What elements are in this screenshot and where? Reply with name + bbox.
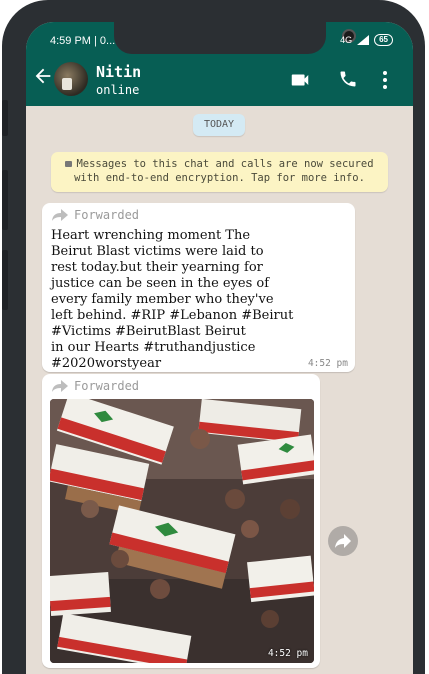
message-text: Heart wrenching moment The Beirut Blast … <box>51 228 294 371</box>
forwarded-label: Forwarded <box>52 208 139 222</box>
network-label: 4G <box>340 35 353 45</box>
avatar[interactable] <box>54 62 88 96</box>
encryption-notice[interactable]: Messages to this chat and calls are now … <box>51 152 388 192</box>
camera-notch <box>114 22 356 54</box>
forwarded-text: Forwarded <box>74 379 140 393</box>
screen: 4:59 PM | 0... 4G 65 Nitin online TODAY … <box>26 22 413 674</box>
forward-arrow-icon <box>52 380 68 392</box>
coffin <box>247 555 314 603</box>
message-bubble[interactable]: Forwarded Heart wrenching moment The Bei… <box>42 203 355 372</box>
date-chip: TODAY <box>193 114 245 136</box>
arrow-left-icon[interactable] <box>32 65 54 87</box>
contact-name[interactable]: Nitin <box>96 63 141 81</box>
encryption-notice-text: Messages to this chat and calls are now … <box>74 158 374 184</box>
share-forward-icon <box>335 534 351 548</box>
share-button[interactable] <box>328 526 358 556</box>
forwarded-text: Forwarded <box>74 208 140 222</box>
chat-area[interactable]: TODAY Messages to this chat and calls ar… <box>26 106 413 674</box>
more-vert-icon[interactable] <box>381 69 389 91</box>
status-indicators: 4G 65 <box>340 34 393 46</box>
status-bar: 4:59 PM | 0... 4G 65 <box>26 22 413 55</box>
message-time: 4:52 pm <box>267 648 308 659</box>
avatar-cup <box>62 78 72 90</box>
side-button <box>2 170 8 230</box>
message-time: 4:52 pm <box>307 358 348 369</box>
video-camera-icon[interactable] <box>289 69 311 91</box>
status-time: 4:59 PM | 0... <box>50 35 116 47</box>
signal-icon <box>357 35 370 45</box>
forward-arrow-icon <box>52 209 68 221</box>
phone-icon[interactable] <box>338 69 358 89</box>
contact-status: online <box>96 83 140 97</box>
chat-header: Nitin online <box>26 55 413 106</box>
image-message-bubble[interactable]: Forwarded 4:52 pm <box>42 374 320 668</box>
phone-frame: 4:59 PM | 0... 4G 65 Nitin online TODAY … <box>2 0 425 674</box>
forwarded-label: Forwarded <box>52 379 139 393</box>
battery-indicator: 65 <box>374 34 393 46</box>
side-button <box>2 250 8 310</box>
photo-content <box>50 399 314 663</box>
shared-photo[interactable]: 4:52 pm <box>50 399 314 663</box>
side-button <box>2 100 8 136</box>
coffin <box>50 571 111 617</box>
lock-icon <box>65 161 73 167</box>
